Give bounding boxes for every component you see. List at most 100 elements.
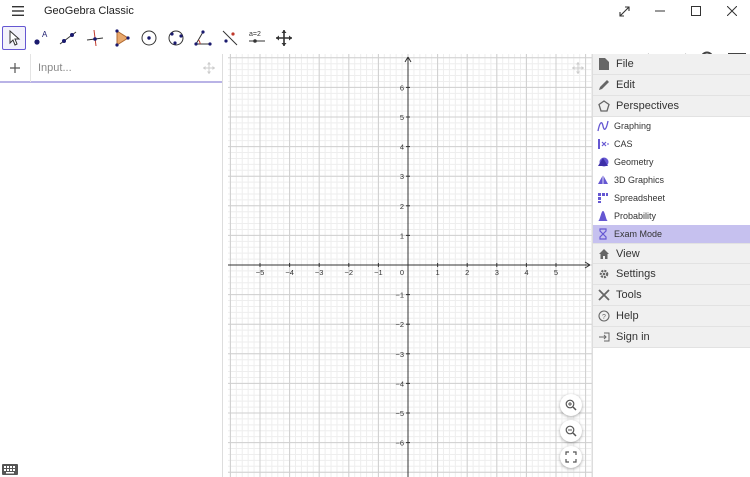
svg-text:A: A bbox=[42, 30, 48, 39]
y-tick-label: −2 bbox=[395, 320, 404, 329]
x-tick-label: 3 bbox=[495, 268, 499, 277]
coordinate-grid: −5 −4 −3 −2 −1 0 1 2 3 4 5 6 5 4 3 2 1 −1 −2 −3 −4 −5 −6 bbox=[228, 54, 592, 477]
main-menu-panel: File Edit Perspectives Graphing CAS Geom… bbox=[592, 54, 750, 477]
x-tick-label: 5 bbox=[554, 268, 558, 277]
y-tick-label: −4 bbox=[395, 379, 404, 388]
move-tool-button[interactable] bbox=[2, 26, 26, 50]
geometry-icon bbox=[597, 156, 609, 168]
zoom-out-icon bbox=[565, 425, 577, 437]
x-tick-label: 1 bbox=[436, 268, 440, 277]
circle-three-points-tool-button[interactable] bbox=[164, 26, 188, 50]
y-tick-label: 3 bbox=[400, 172, 404, 181]
y-tick-label: −5 bbox=[395, 409, 404, 418]
point-tool-button[interactable]: A bbox=[29, 26, 53, 50]
x-tick-label: 2 bbox=[465, 268, 469, 277]
probability-icon bbox=[597, 210, 609, 222]
point-icon: A bbox=[34, 30, 48, 45]
standard-view-button[interactable] bbox=[560, 446, 582, 468]
reflect-tool-button[interactable] bbox=[218, 26, 242, 50]
slider-icon: a=2 bbox=[249, 31, 265, 43]
perpendicular-tool-button[interactable] bbox=[83, 26, 107, 50]
y-tick-label: 1 bbox=[400, 231, 404, 240]
x-tick-label: −4 bbox=[285, 268, 294, 277]
fullscreen-icon[interactable] bbox=[606, 0, 642, 22]
maximize-button[interactable] bbox=[678, 0, 714, 22]
menu-item-exam-mode[interactable]: Exam Mode bbox=[593, 225, 750, 243]
pencil-icon bbox=[597, 78, 611, 92]
menu-item-perspectives[interactable]: Perspectives bbox=[593, 96, 750, 117]
x-tick-label: −3 bbox=[315, 268, 324, 277]
hourglass-icon bbox=[597, 228, 609, 240]
help-icon: ? bbox=[597, 309, 611, 323]
perpendicular-line-icon bbox=[86, 29, 104, 47]
x-tick-label: −5 bbox=[256, 268, 265, 277]
y-tick-label: −6 bbox=[395, 439, 404, 448]
move-arrows-icon bbox=[276, 30, 292, 46]
spreadsheet-icon bbox=[597, 192, 609, 204]
menu-item-edit[interactable]: Edit bbox=[593, 75, 750, 96]
tools-icon bbox=[597, 288, 611, 302]
menu-item-cas[interactable]: CAS bbox=[593, 135, 750, 153]
reflect-icon bbox=[222, 30, 238, 46]
keyboard-icon[interactable] bbox=[2, 464, 18, 475]
menu-item-view[interactable]: View bbox=[593, 243, 750, 264]
circle-three-points-icon bbox=[168, 30, 184, 46]
menu-item-sign-in[interactable]: Sign in bbox=[593, 327, 750, 348]
toolbar: A a=2 bbox=[0, 22, 750, 69]
x-tick-label: 4 bbox=[524, 268, 528, 277]
x-tick-label: −2 bbox=[345, 268, 354, 277]
menu-item-graphing[interactable]: Graphing bbox=[593, 117, 750, 135]
gear-icon bbox=[597, 267, 611, 281]
polygon-icon bbox=[115, 29, 130, 47]
menu-item-probability[interactable]: Probability bbox=[593, 207, 750, 225]
app-menu-icon[interactable] bbox=[0, 0, 36, 22]
zoom-in-icon bbox=[565, 399, 577, 411]
close-button[interactable] bbox=[714, 0, 750, 22]
y-tick-label: 4 bbox=[400, 143, 404, 152]
line-tool-button[interactable] bbox=[56, 26, 80, 50]
circle-center-icon bbox=[141, 30, 157, 46]
y-tick-label: −1 bbox=[395, 291, 404, 300]
circle-center-tool-button[interactable] bbox=[137, 26, 161, 50]
graphics-drag-icon[interactable] bbox=[568, 58, 588, 78]
algebra-view bbox=[0, 53, 223, 477]
angle-tool-button[interactable] bbox=[191, 26, 215, 50]
sign-in-icon bbox=[597, 330, 611, 344]
algebra-drag-icon[interactable] bbox=[198, 57, 220, 79]
perspectives-icon bbox=[597, 99, 611, 113]
y-tick-label: 5 bbox=[400, 113, 404, 122]
origin-label: 0 bbox=[400, 268, 404, 277]
home-icon bbox=[597, 247, 611, 261]
menu-item-spreadsheet[interactable]: Spreadsheet bbox=[593, 189, 750, 207]
zoom-in-button[interactable] bbox=[560, 394, 582, 416]
fullscreen-corners-icon bbox=[565, 451, 577, 463]
menu-item-3d-graphics[interactable]: 3D Graphics bbox=[593, 171, 750, 189]
polygon-tool-button[interactable] bbox=[110, 26, 134, 50]
algebra-input-row bbox=[0, 53, 222, 83]
y-tick-label: 2 bbox=[400, 202, 404, 211]
slider-tool-button[interactable]: a=2 bbox=[245, 26, 269, 50]
menu-item-tools[interactable]: Tools bbox=[593, 285, 750, 306]
move-graphics-tool-button[interactable] bbox=[272, 26, 296, 50]
zoom-out-button[interactable] bbox=[560, 420, 582, 442]
y-tick-label: −3 bbox=[395, 350, 404, 359]
graphing-icon bbox=[597, 120, 609, 132]
add-item-icon[interactable] bbox=[0, 53, 31, 82]
cube-3d-icon bbox=[597, 174, 609, 186]
file-icon bbox=[597, 57, 611, 71]
y-tick-label: 6 bbox=[400, 83, 404, 92]
menu-item-settings[interactable]: Settings bbox=[593, 264, 750, 285]
graphics-view[interactable]: −5 −4 −3 −2 −1 0 1 2 3 4 5 6 5 4 3 2 1 −1 −2 −3 −4 −5 −6 bbox=[228, 54, 592, 477]
cursor-arrow-icon bbox=[9, 29, 21, 46]
menu-item-help[interactable]: ? Help bbox=[593, 306, 750, 327]
menu-item-file[interactable]: File bbox=[593, 54, 750, 75]
algebra-input[interactable] bbox=[31, 53, 198, 82]
title-bar: GeoGebra Classic bbox=[0, 0, 750, 22]
window-title: GeoGebra Classic bbox=[44, 5, 134, 17]
minimize-button[interactable] bbox=[642, 0, 678, 22]
svg-text:a=2: a=2 bbox=[249, 31, 261, 38]
svg-text:?: ? bbox=[602, 314, 606, 321]
line-icon bbox=[59, 31, 77, 45]
menu-item-geometry[interactable]: Geometry bbox=[593, 153, 750, 171]
angle-icon bbox=[194, 30, 212, 46]
